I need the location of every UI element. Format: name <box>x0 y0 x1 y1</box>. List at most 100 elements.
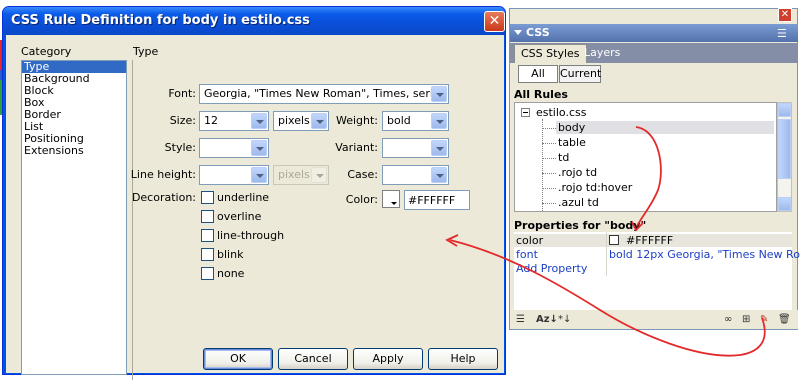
style-label: Style: <box>164 141 196 154</box>
dialog-title: CSS Rule Definition for body in estilo.c… <box>3 7 505 35</box>
delete-icon[interactable]: 🗑 <box>778 314 791 325</box>
add-property-link[interactable]: Add Property <box>514 262 792 275</box>
chevron-down-icon <box>391 202 397 205</box>
category-item-extensions[interactable]: Extensions <box>22 145 126 157</box>
chevron-up-icon[interactable] <box>778 103 791 117</box>
color-input-value: #FFFFFF <box>408 194 456 207</box>
tree-line <box>542 143 556 144</box>
rule-item-table[interactable]: table <box>558 136 586 149</box>
rules-scrollbar[interactable] <box>777 102 792 212</box>
none-label: none <box>217 267 245 280</box>
panel-options-icon[interactable]: ☰ <box>777 27 787 40</box>
tree-line <box>542 158 556 159</box>
apply-button[interactable]: Apply <box>353 348 423 370</box>
tree-line <box>542 119 543 211</box>
chevron-down-icon[interactable] <box>778 197 791 211</box>
line-through-label: line-through <box>217 229 285 242</box>
rules-tree[interactable]: estilo.css body table td .rojo td .rojo … <box>514 102 777 212</box>
underline-checkbox[interactable] <box>201 191 214 204</box>
chevron-down-icon[interactable] <box>311 113 327 129</box>
rule-item-body[interactable]: body <box>556 121 774 134</box>
all-mode-button[interactable]: All <box>518 65 558 83</box>
chevron-down-icon[interactable] <box>431 167 447 183</box>
line-height-unit-value: pixels <box>278 168 310 181</box>
chevron-down-icon[interactable] <box>431 113 447 129</box>
panel-bottom-toolbar: ☰ Az↓ *↓ ∞ ⊞ ✎ 🗑 <box>510 310 798 329</box>
cancel-button[interactable]: Cancel <box>278 348 348 370</box>
panel-close-button[interactable]: ✕ <box>778 8 792 22</box>
section-divider <box>132 60 133 380</box>
all-rules-label: All Rules <box>514 88 568 101</box>
line-height-label: Line height: <box>130 168 196 181</box>
tab-layers[interactable]: Layers <box>578 44 626 63</box>
properties-grid[interactable]: color #FFFFFF font bold 12px Georgia, "T… <box>514 232 800 310</box>
property-row-color[interactable]: color #FFFFFF <box>514 234 792 247</box>
color-input[interactable]: #FFFFFF <box>404 190 470 210</box>
rule-item-rojo-td[interactable]: .rojo td <box>558 166 597 179</box>
weight-select-value: bold <box>387 114 411 127</box>
case-select[interactable] <box>382 165 449 185</box>
rule-item-td[interactable]: td <box>558 151 569 164</box>
panel-title: CSS <box>526 26 550 39</box>
category-view-icon[interactable]: ☰ <box>516 314 525 325</box>
underline-label: underline <box>217 191 270 204</box>
font-select[interactable]: Georgia, "Times New Roman", Times, serif <box>199 84 449 104</box>
close-icon: ✕ <box>488 13 501 29</box>
case-label: Case: <box>347 168 378 181</box>
size-unit-value: pixels <box>278 114 310 127</box>
edit-style-icon[interactable]: ✎ <box>760 314 768 325</box>
ok-button[interactable]: OK <box>203 348 273 370</box>
font-select-value: Georgia, "Times New Roman", Times, serif <box>204 87 437 100</box>
variant-label: Variant: <box>335 141 378 154</box>
color-picker-button[interactable] <box>382 190 400 208</box>
current-mode-button[interactable]: Current <box>559 65 601 83</box>
overline-label: overline <box>217 210 262 223</box>
collapse-triangle-icon[interactable] <box>514 30 522 35</box>
weight-select[interactable]: bold <box>382 111 449 131</box>
help-button[interactable]: Help <box>428 348 498 370</box>
line-height-select[interactable] <box>199 165 269 185</box>
overline-checkbox[interactable] <box>201 210 214 223</box>
attach-stylesheet-icon[interactable]: ∞ <box>724 314 732 325</box>
font-label: Font: <box>168 87 196 100</box>
tree-line <box>542 173 556 174</box>
category-list[interactable]: Type Background Block Box Border List Po… <box>21 60 127 375</box>
add-property-label: Add Property <box>516 262 588 275</box>
rule-item-rojo-td-hover[interactable]: .rojo td:hover <box>558 181 632 194</box>
property-row-font[interactable]: font bold 12px Georgia, "Times New Roma.… <box>514 248 800 261</box>
chevron-down-icon[interactable] <box>251 113 267 129</box>
size-label: Size: <box>169 114 196 127</box>
size-select-value: 12 <box>204 114 218 127</box>
chevron-down-icon <box>311 167 327 183</box>
property-key: color <box>516 234 544 247</box>
tab-css-styles[interactable]: CSS Styles <box>514 44 587 63</box>
dialog-close-button[interactable]: ✕ <box>484 11 505 32</box>
tree-line <box>542 203 556 204</box>
line-height-unit-select: pixels <box>273 165 329 185</box>
line-through-checkbox[interactable] <box>201 229 214 242</box>
blink-checkbox[interactable] <box>201 248 214 261</box>
set-properties-view-icon[interactable]: *↓ <box>558 314 571 325</box>
blink-label: blink <box>217 248 244 261</box>
style-select[interactable] <box>199 138 269 158</box>
sort-az-icon[interactable]: Az↓ <box>536 314 558 325</box>
chevron-down-icon[interactable] <box>251 140 267 156</box>
property-value: #FFFFFF <box>626 234 674 247</box>
scrollbar-thumb[interactable] <box>778 119 791 179</box>
tree-line <box>542 188 556 189</box>
new-rule-icon[interactable]: ⊞ <box>742 314 750 325</box>
css-panel-header[interactable]: CSS <box>510 24 798 42</box>
tree-root-stylesheet[interactable]: estilo.css <box>536 106 586 119</box>
size-select[interactable]: 12 <box>199 111 269 131</box>
chevron-down-icon[interactable] <box>251 167 267 183</box>
variant-select[interactable] <box>382 138 449 158</box>
chevron-down-icon[interactable] <box>431 86 447 102</box>
column-divider <box>606 232 607 276</box>
chevron-down-icon[interactable] <box>431 140 447 156</box>
color-swatch <box>609 235 619 245</box>
collapse-icon[interactable] <box>521 108 530 117</box>
size-unit-select[interactable]: pixels <box>273 111 329 131</box>
css-rule-dialog: CSS Rule Definition for body in estilo.c… <box>2 6 506 380</box>
rule-item-azul-td[interactable]: .azul td <box>558 196 599 209</box>
none-checkbox[interactable] <box>201 267 214 280</box>
